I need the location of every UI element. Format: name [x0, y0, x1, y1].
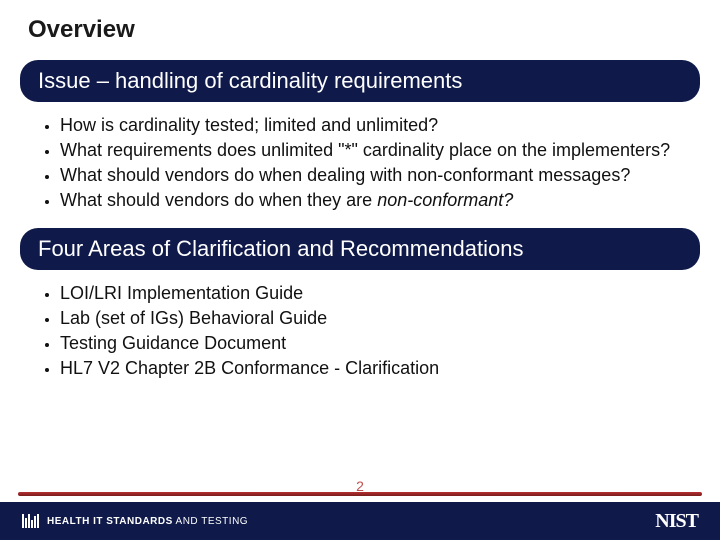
footer: HEALTH IT STANDARDS AND TESTING NIST — [0, 492, 720, 540]
list-item: Lab (set of IGs) Behavioral Guide — [60, 307, 692, 330]
section1-bullets: How is cardinality tested; limited and u… — [0, 108, 720, 222]
list-item: LOI/LRI Implementation Guide — [60, 282, 692, 305]
nist-logo-small-icon — [22, 514, 39, 528]
footer-bar: HEALTH IT STANDARDS AND TESTING NIST — [0, 502, 720, 540]
list-item: What should vendors do when dealing with… — [60, 164, 692, 187]
footer-divider — [18, 492, 702, 496]
list-item: Testing Guidance Document — [60, 332, 692, 355]
section2-bullets: LOI/LRI Implementation Guide Lab (set of… — [0, 276, 720, 390]
footer-left-rest: AND TESTING — [173, 516, 248, 527]
list-item: What requirements does unlimited "*" car… — [60, 139, 692, 162]
slide-title: Overview — [0, 0, 720, 54]
list-item: How is cardinality tested; limited and u… — [60, 114, 692, 137]
footer-left: HEALTH IT STANDARDS AND TESTING — [22, 514, 248, 528]
footer-left-strong: HEALTH IT STANDARDS — [47, 516, 173, 527]
italic-text: non-conformant? — [377, 190, 513, 210]
list-item: What should vendors do when they are non… — [60, 189, 692, 212]
list-item: HL7 V2 Chapter 2B Conformance - Clarific… — [60, 357, 692, 380]
nist-logo-right: NIST — [655, 510, 698, 533]
section2-heading: Four Areas of Clarification and Recommen… — [20, 228, 700, 270]
section1-heading: Issue – handling of cardinality requirem… — [20, 60, 700, 102]
